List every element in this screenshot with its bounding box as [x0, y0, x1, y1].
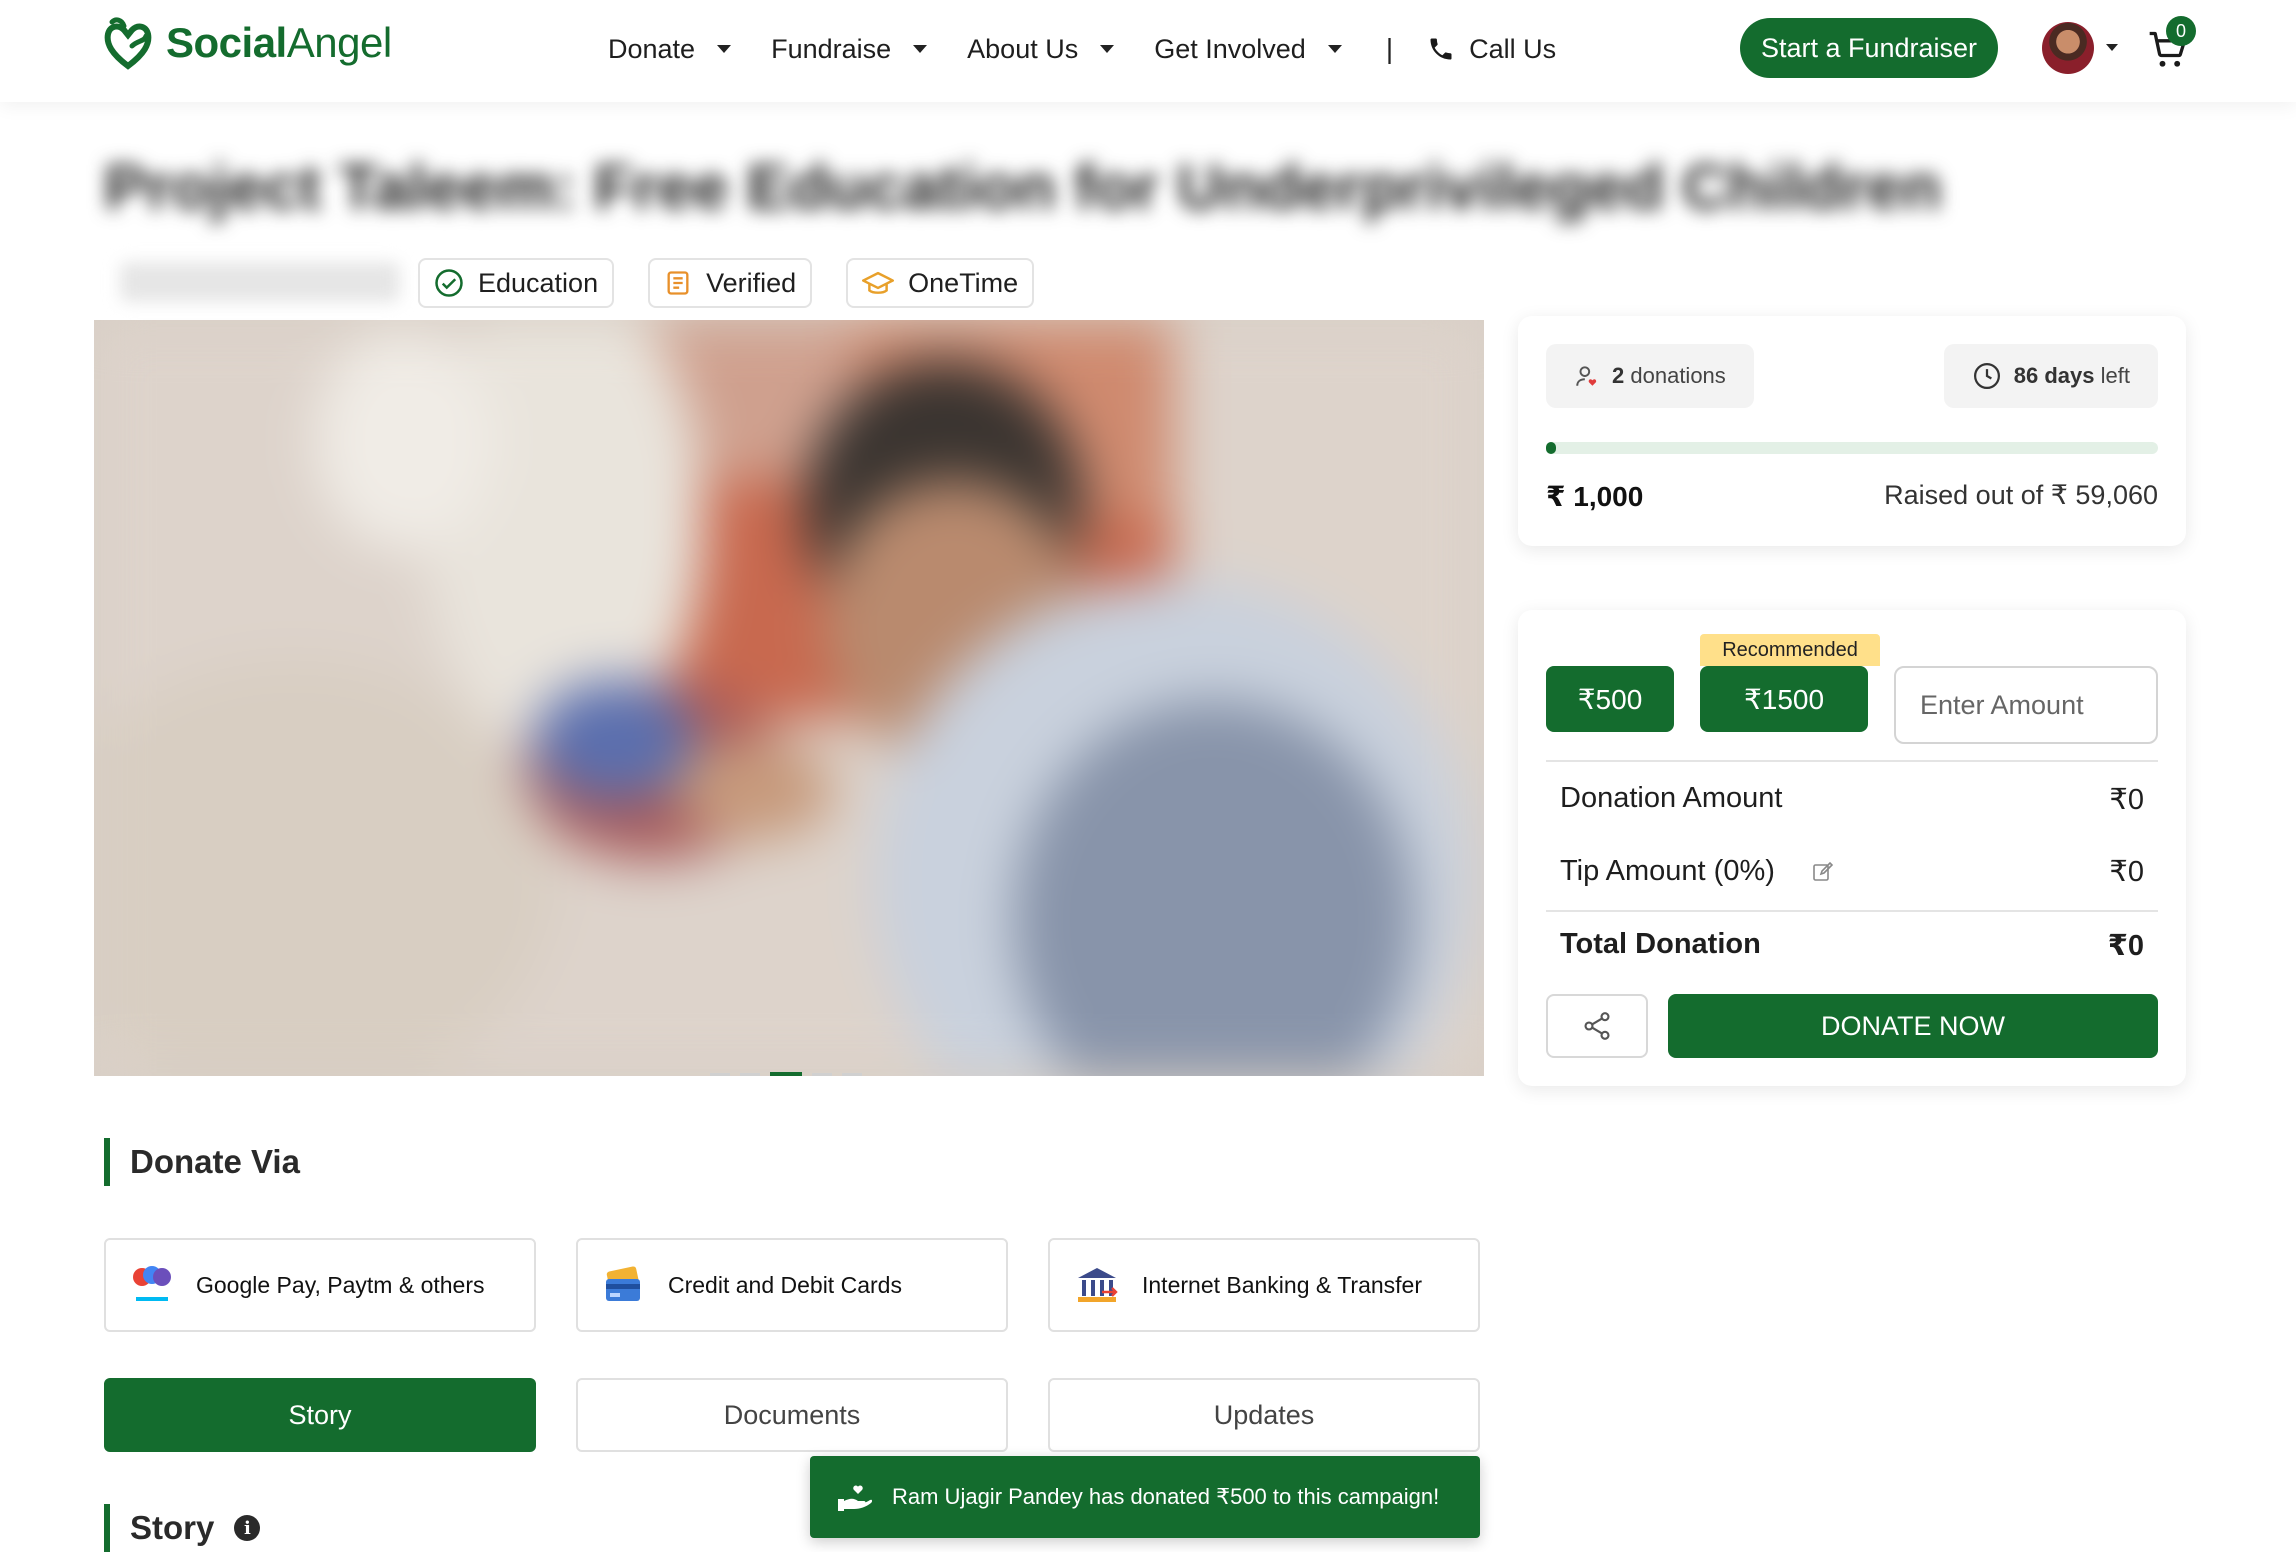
tab-documents[interactable]: Documents — [576, 1378, 1008, 1452]
story-heading: Story i — [104, 1504, 261, 1552]
campaign-stats-card: 2 donations 86 days left ₹ 1,000 Raised … — [1518, 316, 2186, 546]
blurred-subtitle — [120, 262, 400, 302]
tab-updates[interactable]: Updates — [1048, 1378, 1480, 1452]
bank-icon — [1078, 1268, 1118, 1302]
campaign-title: Project Taleem: Free Education for Under… — [104, 151, 1942, 223]
amount-option-500[interactable]: ₹500 — [1546, 666, 1674, 732]
avatar-chevron-down-icon[interactable] — [2106, 44, 2118, 51]
carousel-dot[interactable] — [740, 1072, 760, 1076]
tag-onetime: OneTime — [846, 258, 1035, 308]
avatar[interactable] — [2042, 22, 2094, 74]
donate-via-heading: Donate Via — [104, 1138, 300, 1186]
donations-count-pill: 2 donations — [1546, 344, 1754, 408]
divider — [1546, 760, 2158, 762]
campaign-tags: Education Verified OneTime — [418, 258, 1035, 308]
donation-form-card: ₹500 Recommended ₹1500 Donation Amount ₹… — [1518, 610, 2186, 1086]
amount-raised: ₹ 1,000 — [1546, 481, 1644, 512]
tag-education: Education — [418, 258, 615, 308]
donate-now-button[interactable]: DONATE NOW — [1668, 994, 2158, 1058]
days-left-pill: 86 days left — [1943, 344, 2158, 408]
hand-heart-icon — [838, 1485, 872, 1511]
tip-amount-row: Tip Amount (0%) ₹0 — [1560, 855, 2144, 888]
nav-donate[interactable]: Donate — [608, 34, 732, 65]
nav-about-us[interactable]: About Us — [967, 34, 1115, 65]
carousel-dot[interactable] — [710, 1072, 730, 1076]
chevron-down-icon — [1327, 45, 1342, 53]
edit-icon[interactable] — [1811, 860, 1835, 884]
carousel-dots — [710, 1072, 862, 1076]
carousel-dot-active[interactable] — [770, 1072, 802, 1076]
call-us-link[interactable]: Call Us — [1427, 34, 1556, 65]
recommended-label: Recommended — [1700, 634, 1880, 666]
credit-card-icon — [606, 1266, 640, 1301]
heart-hands-logo-icon — [104, 17, 152, 70]
share-button[interactable] — [1546, 994, 1648, 1058]
logo[interactable]: SocialAngel — [102, 16, 392, 70]
site-header: SocialAngel Donate Fundraise About Us Ge… — [0, 0, 2296, 102]
clock-icon — [1973, 363, 2000, 389]
check-circle-icon — [435, 269, 463, 297]
chevron-down-icon — [913, 45, 928, 53]
share-icon — [1584, 1012, 1610, 1040]
amount-option-1500[interactable]: ₹1500 — [1700, 666, 1868, 732]
carousel-dot[interactable] — [842, 1072, 862, 1076]
upi-apps-icon — [133, 1266, 171, 1301]
logo-text: SocialAngel — [166, 19, 392, 66]
tag-verified: Verified — [648, 258, 813, 308]
phone-icon — [1430, 38, 1452, 60]
progress-fill — [1546, 442, 1557, 454]
donation-amount-row: Donation Amount ₹0 — [1560, 782, 2144, 816]
fundraising-progress-bar — [1546, 442, 2158, 454]
campaign-image-carousel[interactable] — [94, 320, 1484, 1076]
campaign-photo — [94, 320, 1484, 1076]
user-heart-icon — [1576, 366, 1597, 386]
carousel-dot[interactable] — [812, 1072, 832, 1076]
goal-amount: Raised out of ₹ 59,060 — [1884, 480, 2158, 510]
cart-count-badge: 0 — [2166, 16, 2196, 46]
nav-fundraise[interactable]: Fundraise — [771, 34, 928, 65]
pay-card-option[interactable]: Credit and Debit Cards — [576, 1238, 1008, 1332]
total-donation-row: Total Donation ₹0 — [1560, 928, 2144, 962]
donation-toast: Ram Ujagir Pandey has donated ₹500 to th… — [810, 1456, 1480, 1538]
custom-amount-input[interactable] — [1894, 666, 2158, 744]
divider — [1546, 910, 2158, 912]
chevron-down-icon — [1100, 45, 1115, 53]
nav-get-involved[interactable]: Get Involved — [1154, 34, 1342, 65]
main-nav: Donate Fundraise About Us Get Involved |… — [608, 28, 1556, 70]
pay-netbanking-option[interactable]: Internet Banking & Transfer — [1048, 1238, 1480, 1332]
chevron-down-icon — [717, 45, 732, 53]
nav-separator: | — [1385, 33, 1394, 64]
start-fundraiser-button[interactable]: Start a Fundraiser — [1740, 18, 1998, 78]
document-icon — [667, 271, 689, 295]
pay-upi-option[interactable]: Google Pay, Paytm & others — [104, 1238, 536, 1332]
tab-story[interactable]: Story — [104, 1378, 536, 1452]
info-icon[interactable]: i — [234, 1515, 261, 1541]
graduation-cap-icon — [862, 271, 895, 294]
